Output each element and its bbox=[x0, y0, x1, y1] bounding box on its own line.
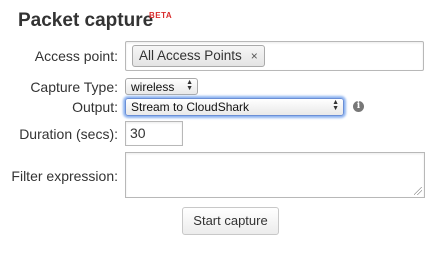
duration-input[interactable]: 30 bbox=[125, 121, 183, 146]
filter-expression-label: Filter expression: bbox=[11, 168, 118, 184]
access-point-token-input[interactable]: All Access Points × bbox=[125, 41, 424, 71]
output-select[interactable]: Stream to CloudShark ▲ ▼ bbox=[125, 98, 344, 116]
select-arrows-icon: ▲ ▼ bbox=[332, 99, 339, 112]
output-value: Stream to CloudShark bbox=[131, 100, 250, 114]
access-point-token-label: All Access Points bbox=[139, 48, 242, 63]
capture-type-select[interactable]: wireless ▲ ▼ bbox=[125, 78, 198, 95]
beta-badge: BETA bbox=[149, 11, 173, 20]
info-icon[interactable]: i bbox=[353, 101, 364, 112]
output-label: Output: bbox=[72, 99, 118, 115]
duration-label: Duration (secs): bbox=[19, 126, 118, 142]
filter-expression-textarea[interactable] bbox=[125, 152, 425, 198]
access-point-label: Access point: bbox=[34, 48, 118, 64]
token-remove-icon[interactable]: × bbox=[251, 46, 258, 66]
capture-type-label: Capture Type: bbox=[30, 79, 118, 95]
capture-type-value: wireless bbox=[131, 80, 175, 94]
start-capture-button[interactable]: Start capture bbox=[182, 207, 279, 235]
access-point-token: All Access Points × bbox=[132, 45, 265, 67]
page-title: Packet capture bbox=[18, 10, 154, 31]
resize-grip-icon[interactable] bbox=[414, 187, 422, 195]
select-arrows-icon: ▲ ▼ bbox=[186, 79, 193, 92]
